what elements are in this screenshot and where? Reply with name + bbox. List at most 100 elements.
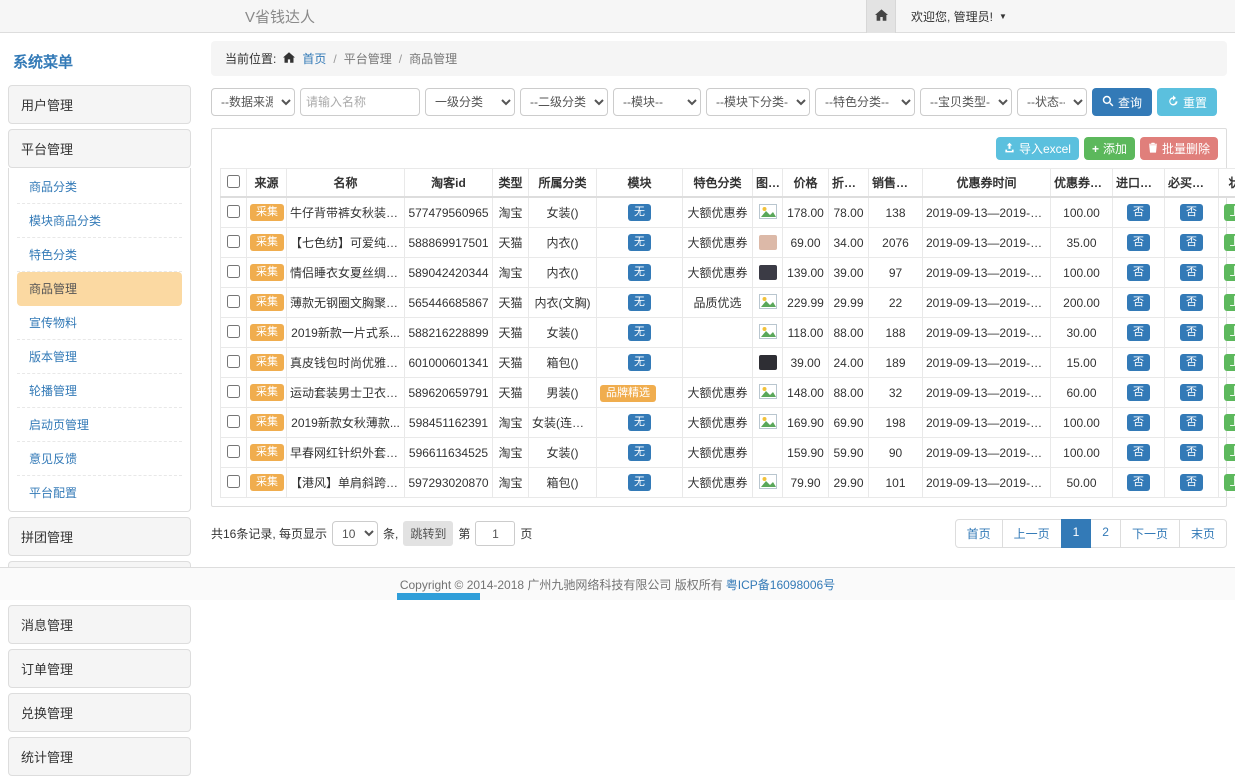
import-select-toggle[interactable]: 否	[1127, 294, 1150, 311]
filter-select[interactable]: --状态--	[1017, 88, 1087, 116]
row-checkbox[interactable]	[227, 325, 240, 338]
row-checkbox[interactable]	[227, 415, 240, 428]
status-cell: 上架	[1219, 468, 1235, 498]
must-buy-toggle[interactable]: 否	[1180, 354, 1203, 371]
pager-item-下一页[interactable]: 下一页	[1120, 519, 1180, 548]
row-checkbox[interactable]	[227, 205, 240, 218]
sidebar-group-订单管理[interactable]: 订单管理	[8, 649, 191, 688]
status-badge[interactable]: 上架	[1224, 234, 1235, 251]
sidebar-item-宣传物料[interactable]: 宣传物料	[17, 306, 182, 340]
sidebar-item-意见反馈[interactable]: 意见反馈	[17, 442, 182, 476]
sidebar-group-兑换管理[interactable]: 兑换管理	[8, 693, 191, 732]
refresh-icon	[1167, 95, 1179, 110]
import-select-toggle[interactable]: 否	[1127, 444, 1150, 461]
filter-select[interactable]: 一级分类	[425, 88, 515, 116]
status-badge[interactable]: 上架	[1224, 264, 1235, 281]
jump-to-button[interactable]: 跳转到	[403, 521, 453, 546]
filter-select[interactable]: --模块--	[613, 88, 701, 116]
status-badge[interactable]: 上架	[1224, 414, 1235, 431]
import-select-toggle[interactable]: 否	[1127, 204, 1150, 221]
goods-table: 来源名称淘客id类型所属分类模块特色分类图标价格折后价销售数量优惠券时间优惠券金…	[220, 168, 1235, 498]
import-excel-button[interactable]: 导入excel	[996, 137, 1079, 160]
sidebar-group-平台管理[interactable]: 平台管理	[8, 129, 191, 168]
import-select-toggle[interactable]: 否	[1127, 264, 1150, 281]
sidebar-group-统计管理[interactable]: 统计管理	[8, 737, 191, 776]
must-buy-toggle[interactable]: 否	[1180, 234, 1203, 251]
feature-cell	[683, 348, 753, 378]
must-buy-toggle[interactable]: 否	[1180, 384, 1203, 401]
filter-select[interactable]: --宝贝类型--	[920, 88, 1012, 116]
pager-item-上一页[interactable]: 上一页	[1002, 519, 1062, 548]
status-cell: 上架	[1219, 197, 1235, 228]
import-select-toggle[interactable]: 否	[1127, 384, 1150, 401]
reset-button[interactable]: 重置	[1157, 88, 1217, 116]
sidebar-group-用户管理[interactable]: 用户管理	[8, 85, 191, 124]
page-number-input[interactable]	[475, 521, 515, 546]
sidebar-item-轮播管理[interactable]: 轮播管理	[17, 374, 182, 408]
must-buy-toggle[interactable]: 否	[1180, 444, 1203, 461]
sidebar-group-拼团管理[interactable]: 拼团管理	[8, 517, 191, 556]
sidebar-item-启动页管理[interactable]: 启动页管理	[17, 408, 182, 442]
row-checkbox[interactable]	[227, 295, 240, 308]
name-cell: 【七色纺】可爱纯棉家...	[287, 228, 405, 258]
must-buy-toggle[interactable]: 否	[1180, 264, 1203, 281]
table-row: 采集情侣睡衣女夏丝绸男士...589042420344淘宝内衣()无大额优惠券1…	[221, 258, 1235, 288]
must-buy-toggle[interactable]: 否	[1180, 294, 1203, 311]
import-select-toggle[interactable]: 否	[1127, 354, 1150, 371]
sidebar-item-平台配置[interactable]: 平台配置	[17, 476, 182, 509]
sidebar-item-商品管理[interactable]: 商品管理	[17, 272, 182, 306]
module-cell: 无	[597, 197, 683, 228]
page-suffix-text: 页	[520, 525, 532, 542]
source-cell: 采集	[247, 378, 287, 408]
pager-item-首页[interactable]: 首页	[955, 519, 1003, 548]
sidebar-item-商品分类[interactable]: 商品分类	[17, 170, 182, 204]
import-select-toggle[interactable]: 否	[1127, 324, 1150, 341]
breadcrumb-home-link[interactable]: 首页	[302, 50, 326, 67]
import-select-toggle[interactable]: 否	[1127, 414, 1150, 431]
add-button[interactable]: + 添加	[1084, 137, 1135, 160]
search-button[interactable]: 查询	[1092, 88, 1152, 116]
home-button[interactable]	[866, 0, 896, 33]
pager-item-末页[interactable]: 末页	[1179, 519, 1227, 548]
filter-select[interactable]: --数据来源--	[211, 88, 295, 116]
status-badge[interactable]: 上架	[1224, 474, 1235, 491]
filter-select[interactable]: --模块下分类--	[706, 88, 810, 116]
pager-item-2[interactable]: 2	[1090, 519, 1121, 548]
name-cell: 牛仔背带裤女秋装减龄...	[287, 197, 405, 228]
filter-name-input[interactable]	[300, 88, 420, 116]
import-select-toggle[interactable]: 否	[1127, 474, 1150, 491]
status-badge[interactable]: 上架	[1224, 384, 1235, 401]
sidebar-item-模块商品分类[interactable]: 模块商品分类	[17, 204, 182, 238]
must-buy-toggle[interactable]: 否	[1180, 474, 1203, 491]
status-badge[interactable]: 上架	[1224, 294, 1235, 311]
status-badge[interactable]: 上架	[1224, 354, 1235, 371]
per-page-select[interactable]: 10	[332, 521, 378, 546]
filter-select[interactable]: --二级分类--	[520, 88, 608, 116]
select-all-checkbox[interactable]	[227, 175, 240, 188]
status-badge[interactable]: 上架	[1224, 204, 1235, 221]
batch-delete-button[interactable]: 批量删除	[1140, 137, 1218, 160]
row-checkbox[interactable]	[227, 355, 240, 368]
row-checkbox[interactable]	[227, 265, 240, 278]
must-buy-toggle[interactable]: 否	[1180, 324, 1203, 341]
import-select-toggle[interactable]: 否	[1127, 234, 1150, 251]
sidebar-group-消息管理[interactable]: 消息管理	[8, 605, 191, 644]
discount-price-cell: 69.90	[829, 408, 869, 438]
row-checkbox[interactable]	[227, 445, 240, 458]
status-badge[interactable]: 上架	[1224, 444, 1235, 461]
filter-select[interactable]: --特色分类--	[815, 88, 915, 116]
sidebar-item-版本管理[interactable]: 版本管理	[17, 340, 182, 374]
row-checkbox[interactable]	[227, 235, 240, 248]
row-checkbox[interactable]	[227, 385, 240, 398]
feature-cell: 大额优惠券	[683, 468, 753, 498]
row-checkbox[interactable]	[227, 475, 240, 488]
icp-link[interactable]: 粤ICP备16098006号	[726, 576, 835, 593]
price-cell: 159.90	[783, 438, 829, 468]
must-buy-toggle[interactable]: 否	[1180, 204, 1203, 221]
user-menu[interactable]: 欢迎您, 管理员! ▼	[911, 8, 1007, 25]
sidebar-item-特色分类[interactable]: 特色分类	[17, 238, 182, 272]
pager-item-1[interactable]: 1	[1061, 519, 1092, 548]
status-badge[interactable]: 上架	[1224, 324, 1235, 341]
status-cell: 上架	[1219, 258, 1235, 288]
must-buy-toggle[interactable]: 否	[1180, 414, 1203, 431]
